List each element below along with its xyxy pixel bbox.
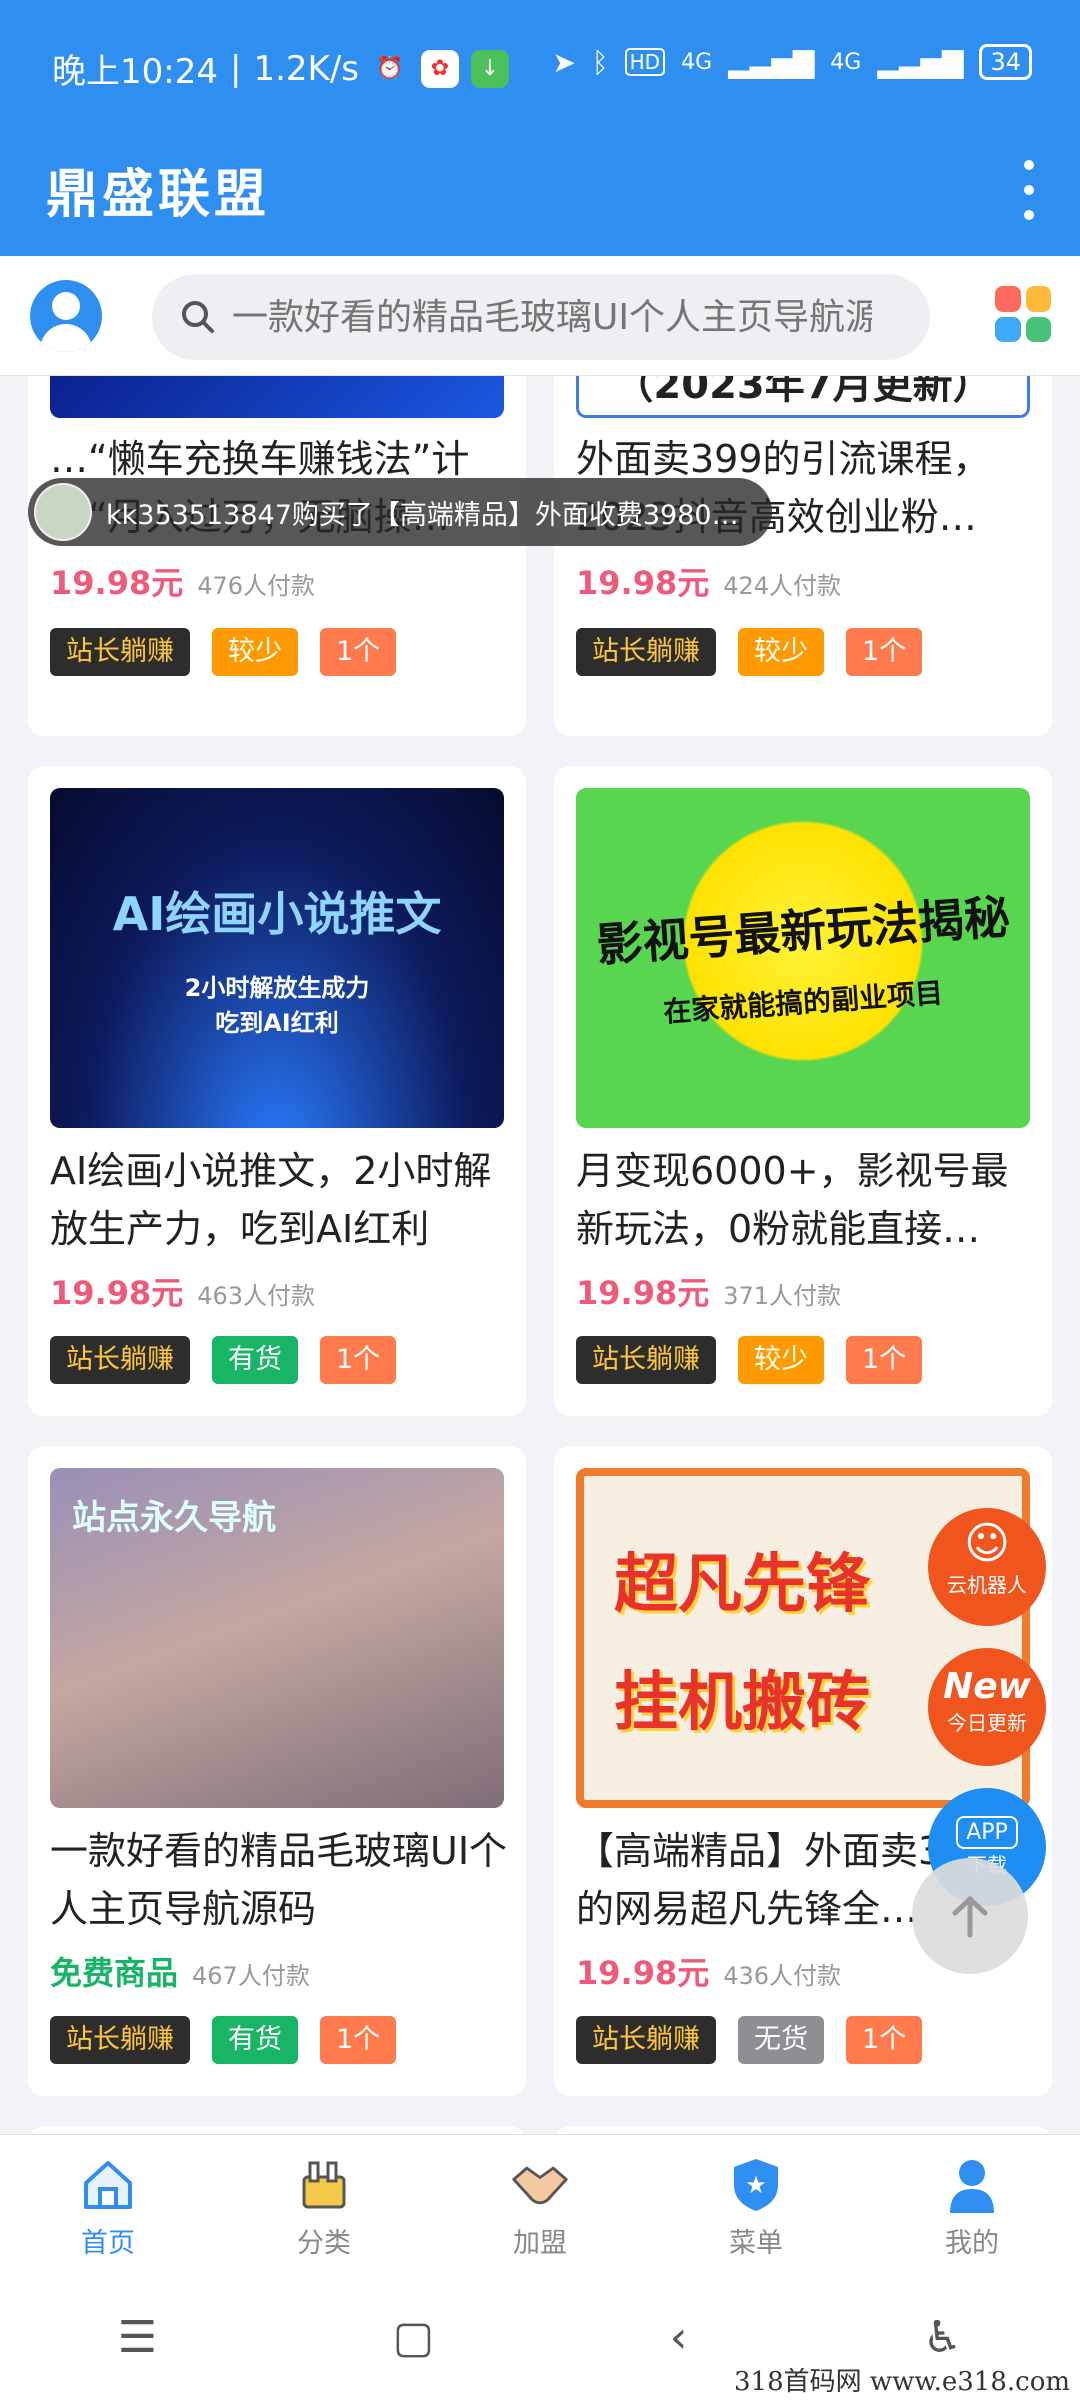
status-time: 晚上10:24 [52, 52, 218, 92]
purchase-notification-text: kk353513847购买了【高端精品】外面收费3980的… [106, 499, 756, 531]
buyer-avatar [34, 483, 92, 541]
app-title: 鼎盛联盟 [46, 165, 271, 225]
product-card[interactable] [554, 2126, 1052, 2134]
back-icon[interactable]: ‹ [670, 2312, 688, 2363]
stock-badge: 有货 [212, 2016, 298, 2064]
quantity-badge: 1个 [320, 2016, 397, 2064]
tag-badge: 站长躺赚 [50, 628, 190, 676]
category-grid-icon[interactable] [995, 286, 1051, 342]
nav-menu[interactable]: ★ 菜单 [648, 2135, 864, 2274]
product-thumbnail: （2023年7月更新） [576, 376, 1030, 418]
headset-icon: ☺ [964, 1518, 1010, 1569]
nav-home[interactable]: 首页 [0, 2135, 216, 2274]
product-card[interactable]: 影视号最新玩法揭秘 在家就能搞的副业项目 月变现6000+，影视号最新玩法，0粉… [554, 766, 1052, 1416]
product-thumbnail [50, 376, 504, 418]
nav-join[interactable]: 加盟 [432, 2135, 648, 2274]
search-icon [182, 301, 214, 333]
quantity-badge: 1个 [846, 1336, 923, 1384]
product-price: 免费商品 [50, 1954, 179, 1992]
product-price: 19.98元 [50, 1274, 184, 1312]
product-thumbnail: 影视号最新玩法揭秘 在家就能搞的副业项目 [576, 788, 1030, 1128]
robot-button[interactable]: ☺ 云机器人 [928, 1508, 1046, 1626]
product-thumbnail: AI绘画小说推文 2小时解放生成力 吃到AI红利 [50, 788, 504, 1128]
nav-join-label: 加盟 [513, 2228, 567, 2259]
product-card[interactable]: AI绘画小说推文 2小时解放生成力 吃到AI红利 AI绘画小说推文，2小时解放生… [28, 766, 526, 1416]
quantity-badge: 1个 [320, 628, 397, 676]
svg-text:★: ★ [745, 2171, 767, 2199]
nav-profile-label: 我的 [945, 2228, 999, 2259]
back-to-top-button[interactable] [912, 1858, 1028, 1974]
watermark: 318首码网 www.e318.com [734, 2367, 1070, 2397]
product-card[interactable]: （2023年7月更新） 外面卖399的引流课程，2023抖音高效创业粉… 19.… [554, 376, 1052, 736]
tag-badge: 站长躺赚 [576, 628, 716, 676]
paid-count: 476人付款 [197, 572, 316, 600]
search-row [0, 256, 1080, 376]
app-notification-icon: ✿ [421, 49, 459, 88]
paid-count: 463人付款 [197, 1282, 316, 1310]
battery-icon: 34 [979, 44, 1032, 80]
shield-star-icon: ★ [726, 2155, 786, 2215]
product-price: 19.98元 [50, 564, 184, 602]
product-thumbnail: 站点永久导航 [50, 1468, 504, 1808]
search-bar[interactable] [152, 274, 930, 360]
person-icon [942, 2155, 1002, 2215]
paid-count: 371人付款 [723, 1282, 842, 1310]
more-menu-icon[interactable] [1014, 160, 1044, 220]
user-avatar[interactable] [30, 280, 102, 352]
stock-badge: 较少 [738, 628, 824, 676]
product-price: 19.98元 [576, 564, 710, 602]
recent-apps-icon[interactable]: ☰ [118, 2312, 157, 2363]
category-icon [294, 2155, 354, 2215]
hd-icon: HD [624, 48, 666, 76]
nav-home-label: 首页 [81, 2228, 135, 2259]
product-card[interactable]: 站点永久导航 一款好看的精品毛玻璃UI个人主页导航源码 免费商品 467人付款 … [28, 1446, 526, 2096]
product-price: 19.98元 [576, 1954, 710, 1992]
tag-badge: 站长躺赚 [576, 1336, 716, 1384]
download-icon: ↓ [471, 49, 509, 88]
product-list: …“懒车充换车赚钱法”计划“月入过万，无脑操… 19.98元 476人付款 站长… [0, 376, 1080, 2134]
status-bar: 晚上10:24 | 1.2K/s ⏰ ✿ ↓ ➤ ᛒ HD 4G ▂▃▅▇ 4G ▂… [0, 0, 1080, 130]
product-price: 19.98元 [576, 1274, 710, 1312]
product-card[interactable]: …“懒车充换车赚钱法”计划“月入过万，无脑操… 19.98元 476人付款 站长… [28, 376, 526, 736]
home-button-icon[interactable]: ▢ [393, 2312, 435, 2363]
tag-badge: 站长躺赚 [576, 2016, 716, 2064]
bottom-navigation: 首页 分类 加盟 ★ 菜单 我的 [0, 2134, 1080, 2274]
alarm-icon: ⏰ [376, 56, 404, 81]
product-card[interactable] [28, 2126, 526, 2134]
quantity-badge: 1个 [846, 628, 923, 676]
bluetooth-icon: ᛒ [591, 45, 609, 79]
paid-count: 436人付款 [723, 1962, 842, 1990]
stock-badge: 有货 [212, 1336, 298, 1384]
stock-badge: 较少 [738, 1336, 824, 1384]
app-bar: 鼎盛联盟 [0, 130, 1080, 256]
arrow-up-icon [952, 1895, 988, 1938]
quantity-badge: 1个 [846, 2016, 923, 2064]
product-title: 月变现6000+，影视号最新玩法，0粉就能直接… [576, 1149, 1009, 1251]
search-input[interactable] [232, 296, 872, 338]
signal-icon-1: 4G [681, 49, 713, 75]
handshake-icon [510, 2155, 570, 2215]
nav-category-label: 分类 [297, 2228, 351, 2259]
product-title: 一款好看的精品毛玻璃UI个人主页导航源码 [50, 1829, 508, 1931]
accessibility-icon[interactable]: ♿ [923, 2312, 962, 2363]
paid-count: 424人付款 [723, 572, 842, 600]
nav-profile[interactable]: 我的 [864, 2135, 1080, 2274]
nav-menu-label: 菜单 [729, 2228, 783, 2259]
tag-badge: 站长躺赚 [50, 2016, 190, 2064]
home-icon [78, 2155, 138, 2215]
location-icon: ➤ [552, 45, 576, 79]
today-update-button[interactable]: New 今日更新 [928, 1648, 1046, 1766]
nav-category[interactable]: 分类 [216, 2135, 432, 2274]
status-speed: 1.2K/s [253, 48, 359, 89]
tag-badge: 站长躺赚 [50, 1336, 190, 1384]
quantity-badge: 1个 [320, 1336, 397, 1384]
product-title: AI绘画小说推文，2小时解放生产力，吃到AI红利 [50, 1149, 492, 1251]
signal-icon-2: 4G [830, 49, 862, 75]
paid-count: 467人付款 [192, 1962, 310, 1990]
purchase-notification: kk353513847购买了【高端精品】外面收费3980的… [28, 478, 772, 546]
stock-badge: 无货 [738, 2016, 824, 2064]
stock-badge: 较少 [212, 628, 298, 676]
